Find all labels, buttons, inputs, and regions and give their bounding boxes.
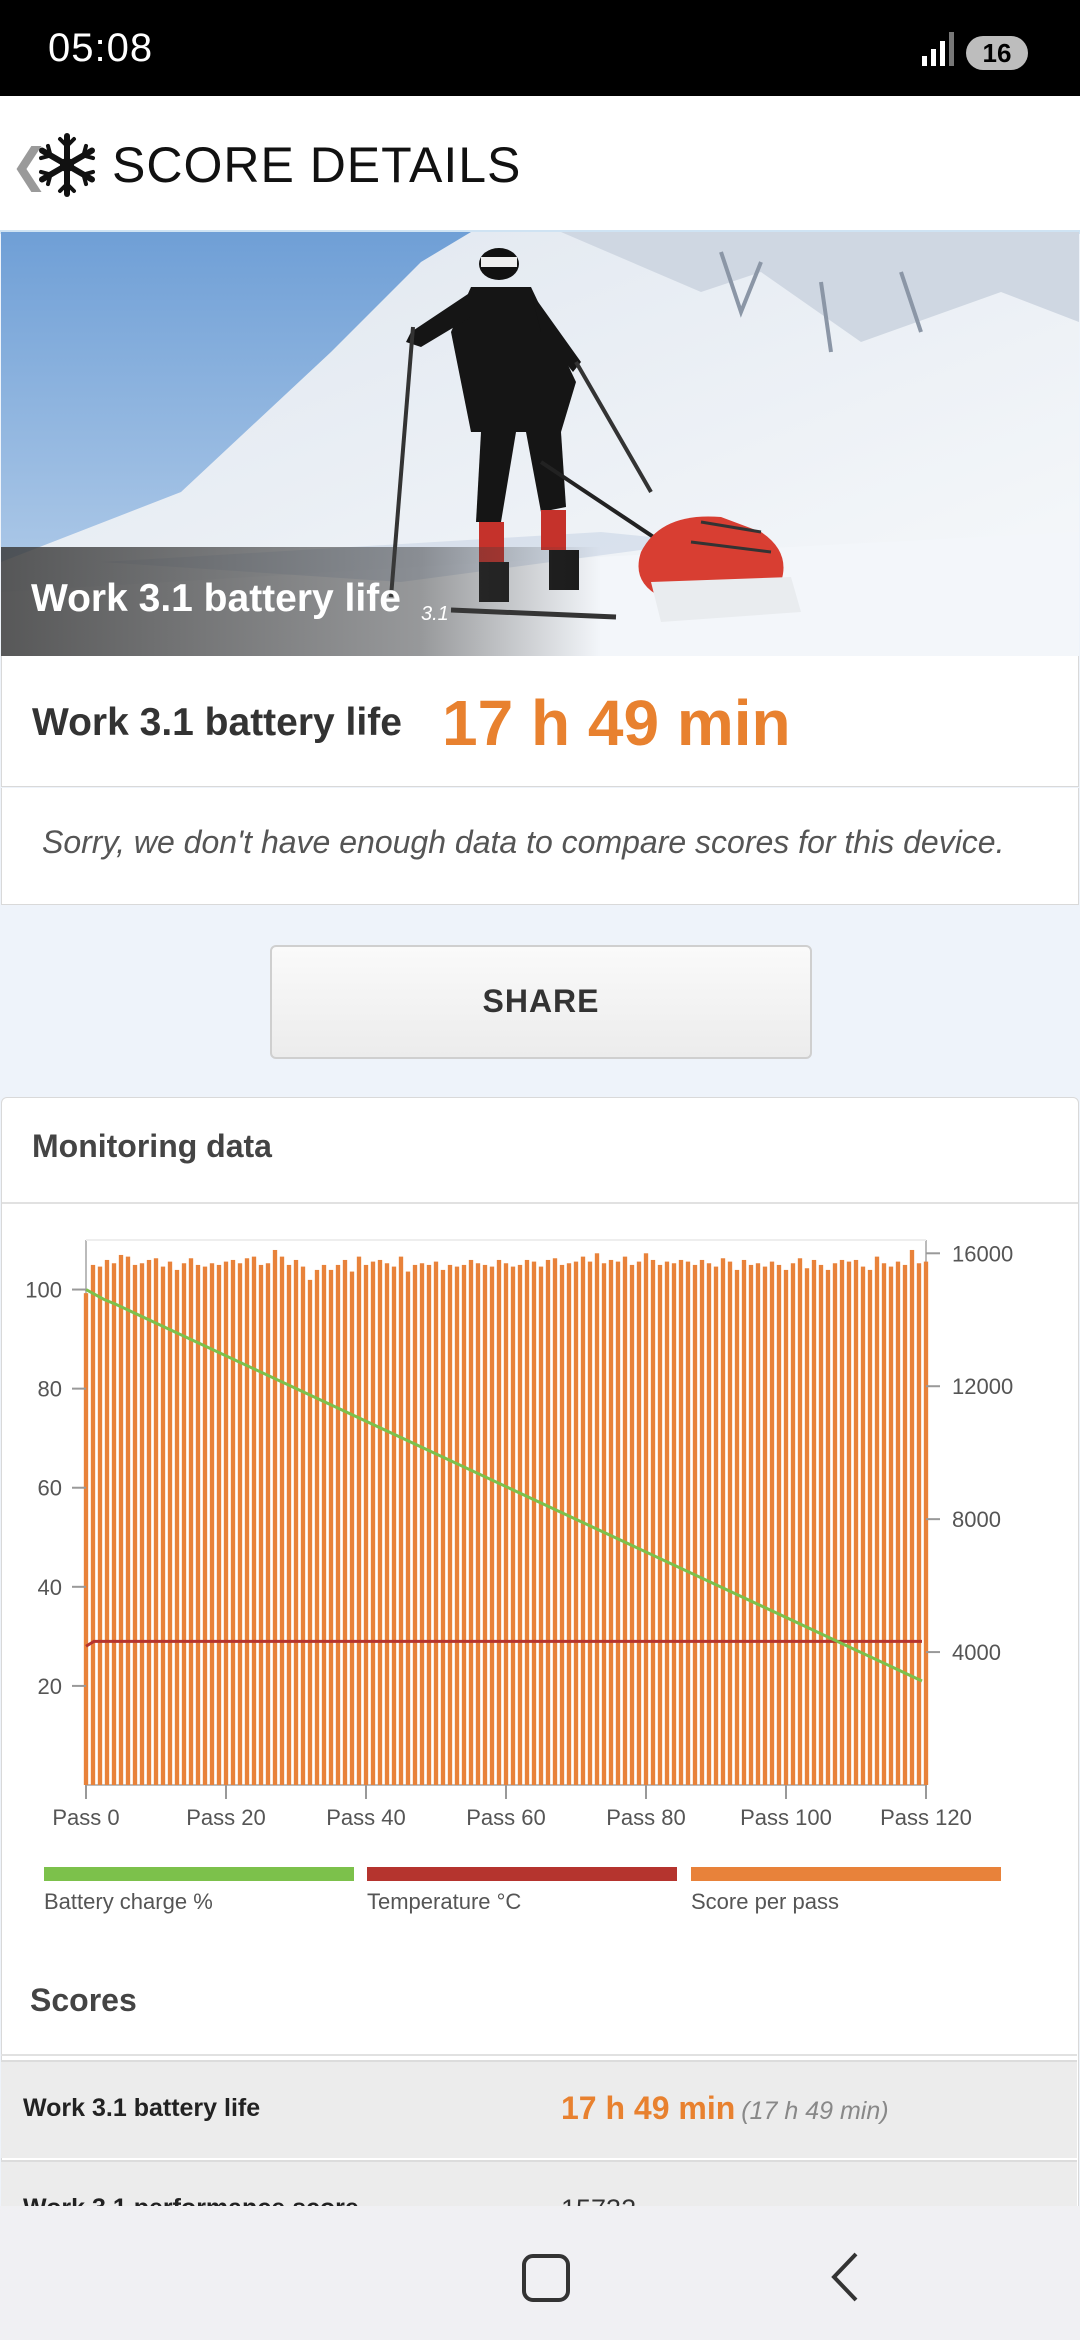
monitoring-card: Monitoring data [1,1097,1079,2219]
legend-swatch [44,1867,354,1881]
legend-swatch [691,1867,1001,1881]
legend-score: Score per pass [691,1867,1001,1915]
status-bar: 05:08 16 [0,0,1080,96]
legend-swatch [367,1867,677,1881]
score-value-text: 17 h 49 min [561,2090,736,2126]
result-card: Work 3.1 battery life 17 h 49 min [1,656,1079,787]
legend-label: Score per pass [691,1889,839,1914]
back-nav-icon[interactable] [826,2250,866,2304]
navigation-bar [0,2206,1080,2340]
score-name: Work 3.1 battery life [23,2094,261,2122]
divider [2,1202,1078,1204]
hero-banner: Work 3.1 battery life 3.1 [1,232,1079,656]
hero-label: Work 3.1 battery life 3.1 [1,547,601,656]
scores-title: Scores [30,1982,137,2018]
result-label: Work 3.1 battery life [32,701,402,744]
score-row: Work 3.1 battery life 17 h 49 min (17 h 4… [1,2060,1077,2158]
status-time: 05:08 [48,26,154,70]
home-button[interactable] [522,2254,570,2302]
legend-label: Battery charge % [44,1889,213,1914]
page-title: SCORE DETAILS [112,137,522,193]
comparison-note: Sorry, we don't have enough data to comp… [42,824,1005,860]
app-header: ❮ SCORE DETAILS [0,96,1080,234]
score-sub: (17 h 49 min) [741,2097,889,2125]
battery-indicator: 16 [966,36,1028,70]
legend-temperature: Temperature °C [367,1867,677,1915]
monitoring-title: Monitoring data [32,1128,272,1164]
score-value: 17 h 49 min (17 h 49 min) [561,2090,889,2127]
hero-version: 3.1 [421,603,449,625]
hero-label-text: Work 3.1 battery life [31,577,401,620]
signal-icon [922,32,954,66]
snowflake-icon [38,133,96,197]
divider [1,2054,1077,2056]
comparison-note-card: Sorry, we don't have enough data to comp… [1,788,1079,905]
legend-battery: Battery charge % [44,1867,354,1915]
result-value: 17 h 49 min [442,687,791,759]
share-button[interactable]: SHARE [270,945,812,1059]
legend-label: Temperature °C [367,1889,522,1914]
